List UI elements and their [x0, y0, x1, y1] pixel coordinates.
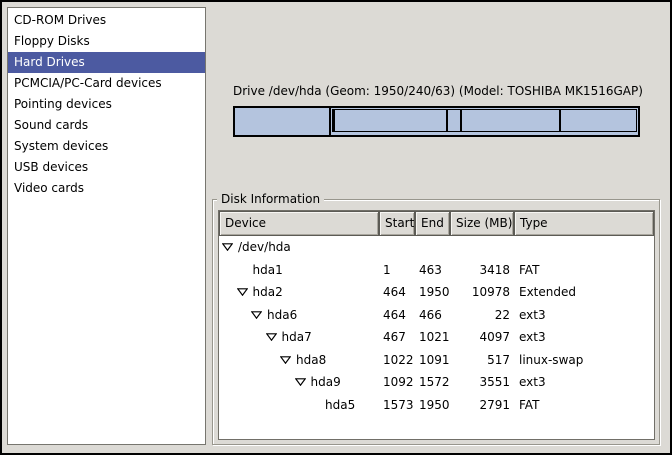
device-cell: /dev/hda: [219, 240, 379, 254]
start-cell: 1573: [379, 398, 415, 412]
sidebar-item-usb-devices[interactable]: USB devices: [8, 157, 205, 178]
type-cell: ext3: [514, 375, 654, 389]
table-row-hda2[interactable]: hda2 464195010978Extended: [219, 281, 654, 304]
sidebar-item-video-cards[interactable]: Video cards: [8, 178, 205, 199]
sidebar-item-floppy-disks[interactable]: Floppy Disks: [8, 31, 205, 52]
end-cell: 1950: [415, 398, 450, 412]
size-cell: 10978: [450, 285, 514, 299]
start-cell: 1092: [379, 375, 415, 389]
table-row-hda7[interactable]: hda7 46710214097ext3: [219, 326, 654, 349]
column-header-start[interactable]: Start: [379, 211, 415, 236]
column-header-type[interactable]: Type: [514, 211, 654, 236]
end-cell: 466: [415, 308, 450, 322]
column-header-end[interactable]: End: [415, 211, 450, 236]
expander-triangle-icon[interactable]: [237, 288, 248, 296]
table-row-hda1[interactable]: hda1 14633418FAT: [219, 259, 654, 282]
table-row-dev-hda[interactable]: /dev/hda: [219, 236, 654, 259]
partition-segment-hda8: [447, 109, 461, 132]
sidebar-item-sound-cards[interactable]: Sound cards: [8, 115, 205, 136]
disk-table: DeviceStartEndSize (MB)Type /dev/hda hda1…: [218, 210, 655, 440]
table-row-hda6[interactable]: hda6 46446622ext3: [219, 304, 654, 327]
drive-info-label: Drive /dev/hda (Geom: 1950/240/63) (Mode…: [233, 84, 640, 98]
device-name: hda2: [253, 285, 283, 299]
device-cell: hda2: [219, 285, 379, 299]
device-category-list[interactable]: CD-ROM DrivesFloppy DisksHard DrivesPCMC…: [7, 7, 206, 445]
hardware-browser-window: CD-ROM DrivesFloppy DisksHard DrivesPCMC…: [0, 0, 672, 455]
disk-information-groupbox: Disk Information DeviceStartEndSize (MB)…: [212, 199, 660, 445]
table-row-hda5[interactable]: hda5 157319502791FAT: [219, 394, 654, 417]
size-cell: 3418: [450, 263, 514, 277]
expander-triangle-icon[interactable]: [222, 243, 233, 251]
device-name: hda6: [267, 308, 297, 322]
device-name: /dev/hda: [238, 240, 291, 254]
partition-bar: [233, 106, 640, 137]
sidebar-item-hard-drives[interactable]: Hard Drives: [8, 52, 205, 73]
device-name: hda7: [282, 330, 312, 344]
end-cell: 1950: [415, 285, 450, 299]
expander-triangle-icon[interactable]: [280, 356, 291, 364]
device-cell: hda7: [219, 330, 379, 344]
sidebar-item-system-devices[interactable]: System devices: [8, 136, 205, 157]
expander-triangle-icon[interactable]: [266, 333, 277, 341]
expander-spacer: [309, 404, 325, 405]
device-cell: hda5: [219, 398, 379, 412]
sidebar-item-cd-rom-drives[interactable]: CD-ROM Drives: [8, 10, 205, 31]
partition-segment-hda7: [334, 109, 447, 132]
sidebar-item-pcmcia-pc-card-devices[interactable]: PCMCIA/PC-Card devices: [8, 73, 205, 94]
device-cell: hda8: [219, 353, 379, 367]
device-name: hda5: [325, 398, 355, 412]
partition-segment-hda9: [461, 109, 559, 132]
expander-spacer: [237, 269, 253, 270]
type-cell: linux-swap: [514, 353, 654, 367]
table-row-hda8[interactable]: hda8 10221091517linux-swap: [219, 349, 654, 372]
device-cell: hda1: [219, 263, 379, 277]
partition-segment-hda2-extended: [331, 108, 638, 135]
size-cell: 2791: [450, 398, 514, 412]
device-name: hda1: [253, 263, 283, 277]
start-cell: 1: [379, 263, 415, 277]
table-row-hda9[interactable]: hda9 109215723551ext3: [219, 371, 654, 394]
device-cell: hda6: [219, 308, 379, 322]
start-cell: 467: [379, 330, 415, 344]
type-cell: FAT: [514, 398, 654, 412]
device-name: hda9: [311, 375, 341, 389]
size-cell: 4097: [450, 330, 514, 344]
type-cell: ext3: [514, 330, 654, 344]
size-cell: 22: [450, 308, 514, 322]
disk-table-body: /dev/hdahda114633418FAThda2464195010978E…: [219, 236, 654, 416]
disk-information-title: Disk Information: [217, 192, 324, 207]
column-header-device[interactable]: Device: [219, 211, 379, 236]
expander-triangle-icon[interactable]: [251, 311, 262, 319]
partition-segment-hda5: [560, 109, 637, 132]
sidebar-item-pointing-devices[interactable]: Pointing devices: [8, 94, 205, 115]
end-cell: 1021: [415, 330, 450, 344]
size-cell: 3551: [450, 375, 514, 389]
type-cell: Extended: [514, 285, 654, 299]
disk-table-header: DeviceStartEndSize (MB)Type: [219, 211, 654, 236]
column-header-size-mb[interactable]: Size (MB): [450, 211, 514, 236]
type-cell: FAT: [514, 263, 654, 277]
end-cell: 1091: [415, 353, 450, 367]
device-cell: hda9: [219, 375, 379, 389]
start-cell: 464: [379, 308, 415, 322]
expander-triangle-icon[interactable]: [295, 378, 306, 386]
device-name: hda8: [296, 353, 326, 367]
start-cell: 464: [379, 285, 415, 299]
end-cell: 463: [415, 263, 450, 277]
end-cell: 1572: [415, 375, 450, 389]
size-cell: 517: [450, 353, 514, 367]
start-cell: 1022: [379, 353, 415, 367]
type-cell: ext3: [514, 308, 654, 322]
partition-segment-hda1: [235, 108, 331, 135]
